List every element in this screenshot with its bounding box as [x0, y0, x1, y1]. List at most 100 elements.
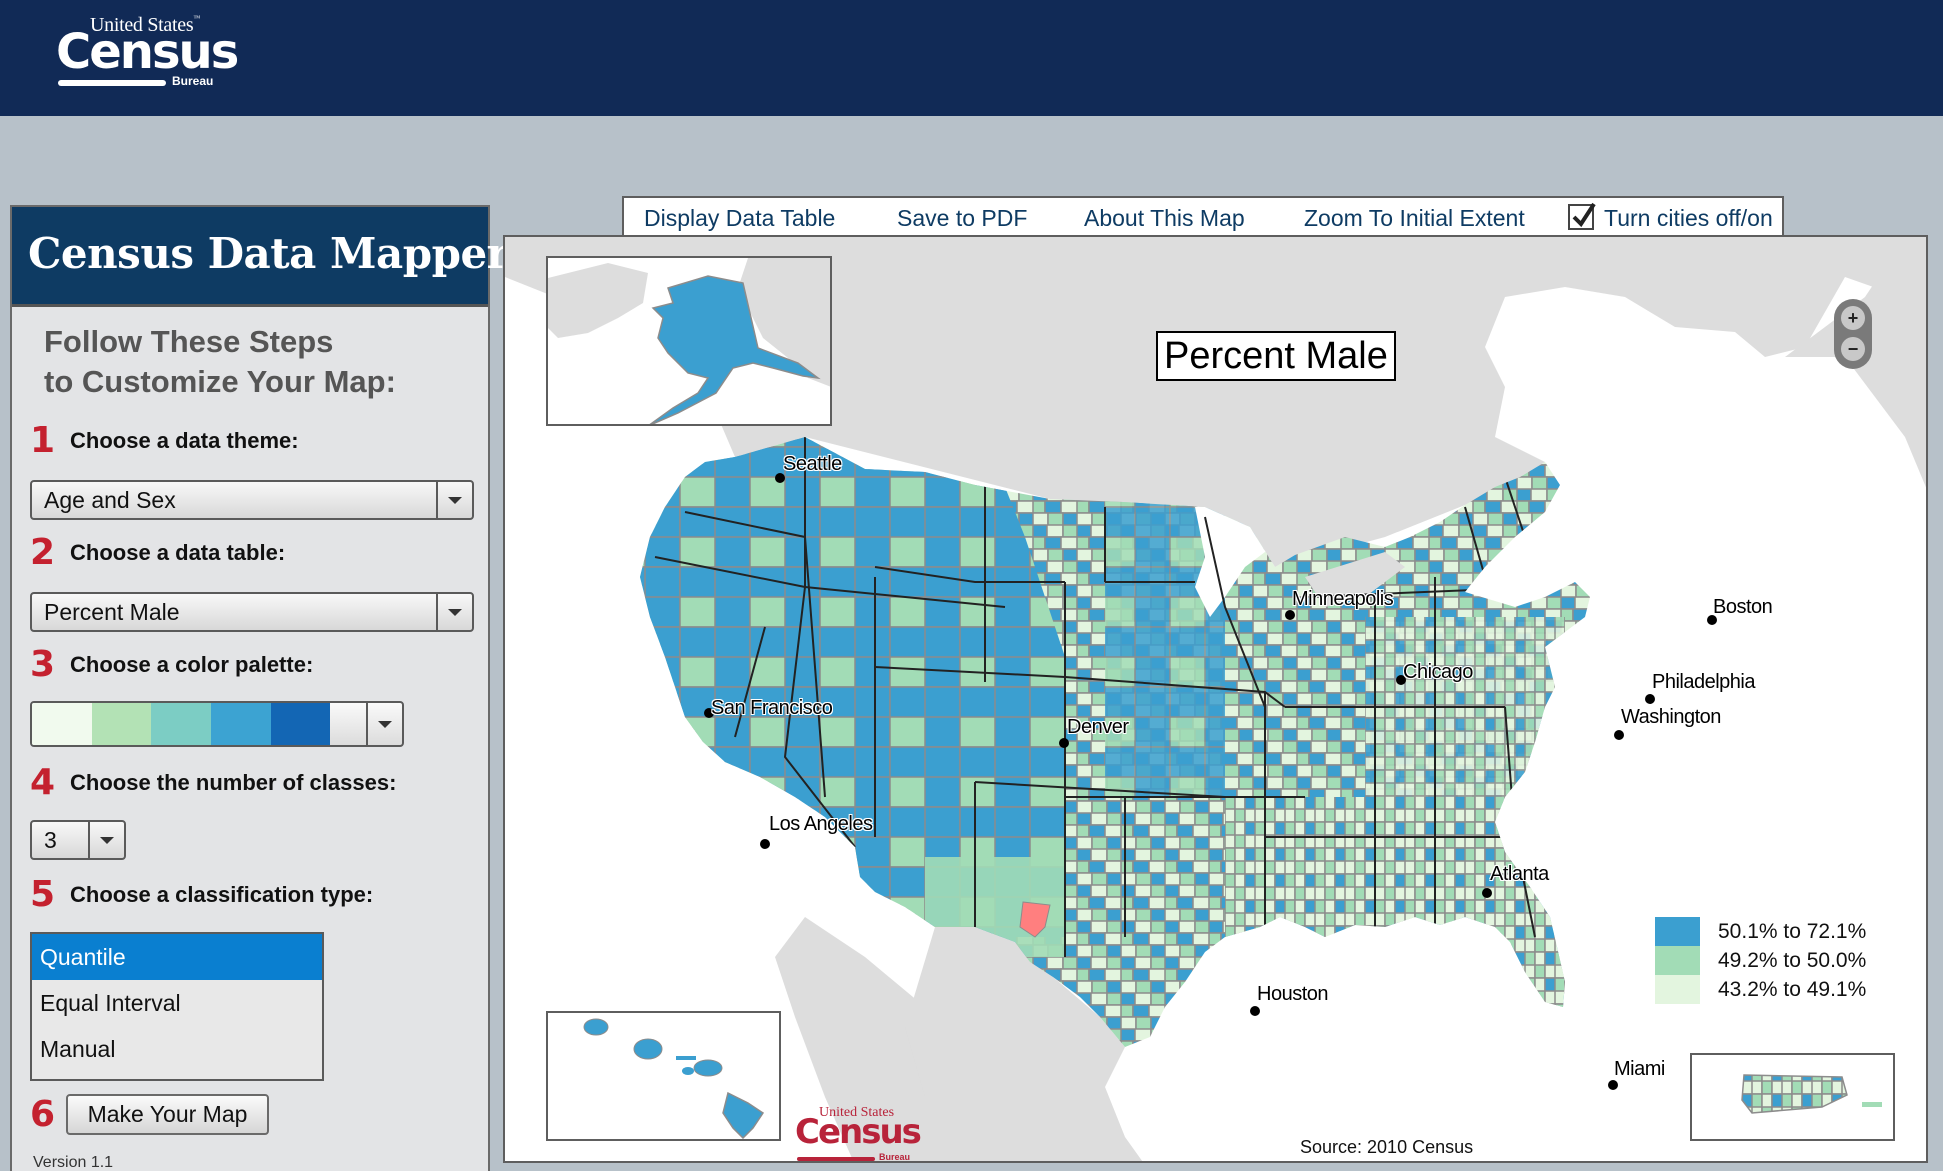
step-number: 6	[30, 1094, 56, 1135]
legend-label: 50.1% to 72.1%	[1718, 919, 1867, 943]
color-palette-select[interactable]	[30, 701, 404, 747]
census-bureau-logo[interactable]: United States™ Census Bureau	[56, 14, 239, 88]
panel-title-bar: Census Data Mapper	[12, 207, 509, 307]
step-label: Choose a color palette:	[70, 651, 314, 677]
legend-swatch	[1655, 975, 1700, 1004]
city-label-houston: Houston	[1257, 983, 1329, 1005]
step-label: Choose a data theme:	[70, 427, 299, 453]
city-marker-washington[interactable]	[1614, 730, 1624, 740]
city-marker-atlanta[interactable]	[1482, 888, 1492, 898]
legend-item: 50.1% to 72.1%	[1655, 917, 1866, 946]
classes-value: 3	[44, 827, 57, 853]
city-label-miami: Miami	[1614, 1058, 1665, 1080]
step-number: 1	[30, 420, 56, 461]
zoom-control: + −	[1834, 299, 1872, 369]
classification-option-manual[interactable]: Manual	[32, 1026, 322, 1072]
cities-toggle-checkbox[interactable]	[1568, 202, 1596, 230]
data-theme-select[interactable]: Age and Sex	[30, 480, 474, 520]
number-of-classes-select[interactable]: 3	[30, 820, 126, 860]
logo-census: Census	[56, 24, 239, 80]
dropdown-arrow-icon[interactable]	[88, 822, 124, 858]
step-number: 5	[30, 874, 56, 915]
map-source: Source: 2010 Census	[1294, 1135, 1480, 1161]
classification-type-list[interactable]: Quantile Equal Interval Manual	[30, 932, 324, 1081]
save-to-pdf-link[interactable]: Save to PDF	[897, 205, 1027, 232]
palette-swatch	[211, 703, 271, 745]
legend-swatch	[1655, 917, 1700, 946]
classification-option-quantile[interactable]: Quantile	[32, 934, 322, 980]
hawaii-inset[interactable]	[546, 1011, 781, 1141]
steps-heading-line2: to Customize Your Map:	[44, 364, 396, 399]
checkmark-icon	[1572, 202, 1596, 228]
step-1: 1 Choose a data theme:	[30, 420, 299, 461]
city-label-atlanta: Atlanta	[1490, 863, 1549, 885]
palette-swatch	[151, 703, 212, 745]
city-label-denver: Denver	[1067, 716, 1129, 738]
version-label: Version 1.1	[33, 1154, 114, 1171]
step-number: 3	[30, 644, 56, 685]
palette-swatch	[91, 703, 152, 745]
city-label-minneapolis: Minneapolis	[1292, 588, 1394, 610]
city-marker-denver[interactable]	[1059, 738, 1069, 748]
steps-heading-line1: Follow These Steps	[44, 324, 334, 359]
palette-swatch	[32, 703, 92, 745]
legend-label: 43.2% to 49.1%	[1718, 977, 1867, 1001]
zoom-out-button[interactable]: −	[1841, 337, 1865, 361]
legend-swatch	[1655, 946, 1700, 975]
watermark-bar	[797, 1157, 875, 1161]
map-title: Percent Male	[1156, 331, 1396, 381]
city-marker-houston[interactable]	[1250, 1006, 1260, 1016]
alaska-inset[interactable]	[546, 256, 832, 426]
alaska-map	[548, 258, 830, 424]
step-number: 2	[30, 532, 56, 573]
logo-bureau: Bureau	[172, 74, 214, 88]
puerto-rico-inset[interactable]	[1690, 1053, 1895, 1141]
logo-bar	[58, 80, 166, 86]
step-3: 3 Choose a color palette:	[30, 644, 313, 685]
city-marker-minneapolis[interactable]	[1285, 610, 1295, 620]
zoom-in-button[interactable]: +	[1841, 306, 1865, 330]
city-marker-los-angeles[interactable]	[760, 839, 770, 849]
city-label-philadelphia: Philadelphia	[1652, 671, 1755, 693]
control-panel: Census Data Mapper Follow These Steps to…	[10, 205, 509, 1171]
dropdown-arrow-icon[interactable]	[366, 703, 402, 745]
map-toolbar: Display Data Table Save to PDF About Thi…	[622, 196, 1784, 235]
census-watermark-logo: United States Census Bureau	[795, 1105, 935, 1162]
hawaii-map	[583, 1018, 765, 1139]
map-legend: 50.1% to 72.1% 49.2% to 50.0% 43.2% to 4…	[1655, 917, 1866, 1004]
step-2: 2 Choose a data table:	[30, 532, 285, 573]
step-4: 4 Choose the number of classes:	[30, 762, 396, 803]
palette-swatch	[270, 703, 331, 745]
map-view[interactable]: Percent Male + − Seattle San Francisco L…	[503, 235, 1928, 1163]
classification-option-equal-interval[interactable]: Equal Interval	[32, 980, 322, 1026]
puerto-rico-map	[1741, 1074, 1882, 1114]
city-label-los-angeles: Los Angeles	[769, 813, 873, 835]
dropdown-arrow-icon[interactable]	[436, 594, 472, 630]
data-table-select[interactable]: Percent Male	[30, 592, 474, 632]
city-marker-philadelphia[interactable]	[1645, 694, 1655, 704]
data-table-value: Percent Male	[44, 599, 180, 625]
legend-label: 49.2% to 50.0%	[1718, 948, 1867, 972]
zoom-initial-extent-link[interactable]: Zoom To Initial Extent	[1304, 205, 1525, 232]
city-label-seattle: Seattle	[783, 453, 842, 475]
city-label-washington: Washington	[1621, 706, 1721, 728]
dropdown-arrow-icon[interactable]	[436, 482, 472, 518]
step-5: 5 Choose a classification type:	[30, 874, 373, 915]
city-marker-miami[interactable]	[1608, 1080, 1618, 1090]
city-label-san-francisco: San Francisco	[711, 697, 833, 719]
app-title: Census Data Mapper	[28, 229, 509, 278]
cities-toggle-label[interactable]: Turn cities off/on	[1604, 205, 1773, 232]
legend-item: 43.2% to 49.1%	[1655, 975, 1866, 1004]
watermark-census: Census	[795, 1112, 922, 1152]
data-theme-value: Age and Sex	[44, 487, 176, 513]
about-this-map-link[interactable]: About This Map	[1084, 205, 1245, 232]
city-label-boston: Boston	[1713, 596, 1773, 618]
palette-blank	[330, 703, 366, 745]
step-label: Choose the number of classes:	[70, 769, 397, 795]
display-data-table-link[interactable]: Display Data Table	[644, 205, 835, 232]
step-number: 4	[30, 762, 56, 803]
watermark-bureau: Bureau	[879, 1152, 911, 1162]
step-label: Choose a data table:	[70, 539, 286, 565]
make-your-map-button[interactable]: Make Your Map	[66, 1094, 269, 1135]
steps-heading: Follow These Steps to Customize Your Map…	[44, 322, 396, 402]
